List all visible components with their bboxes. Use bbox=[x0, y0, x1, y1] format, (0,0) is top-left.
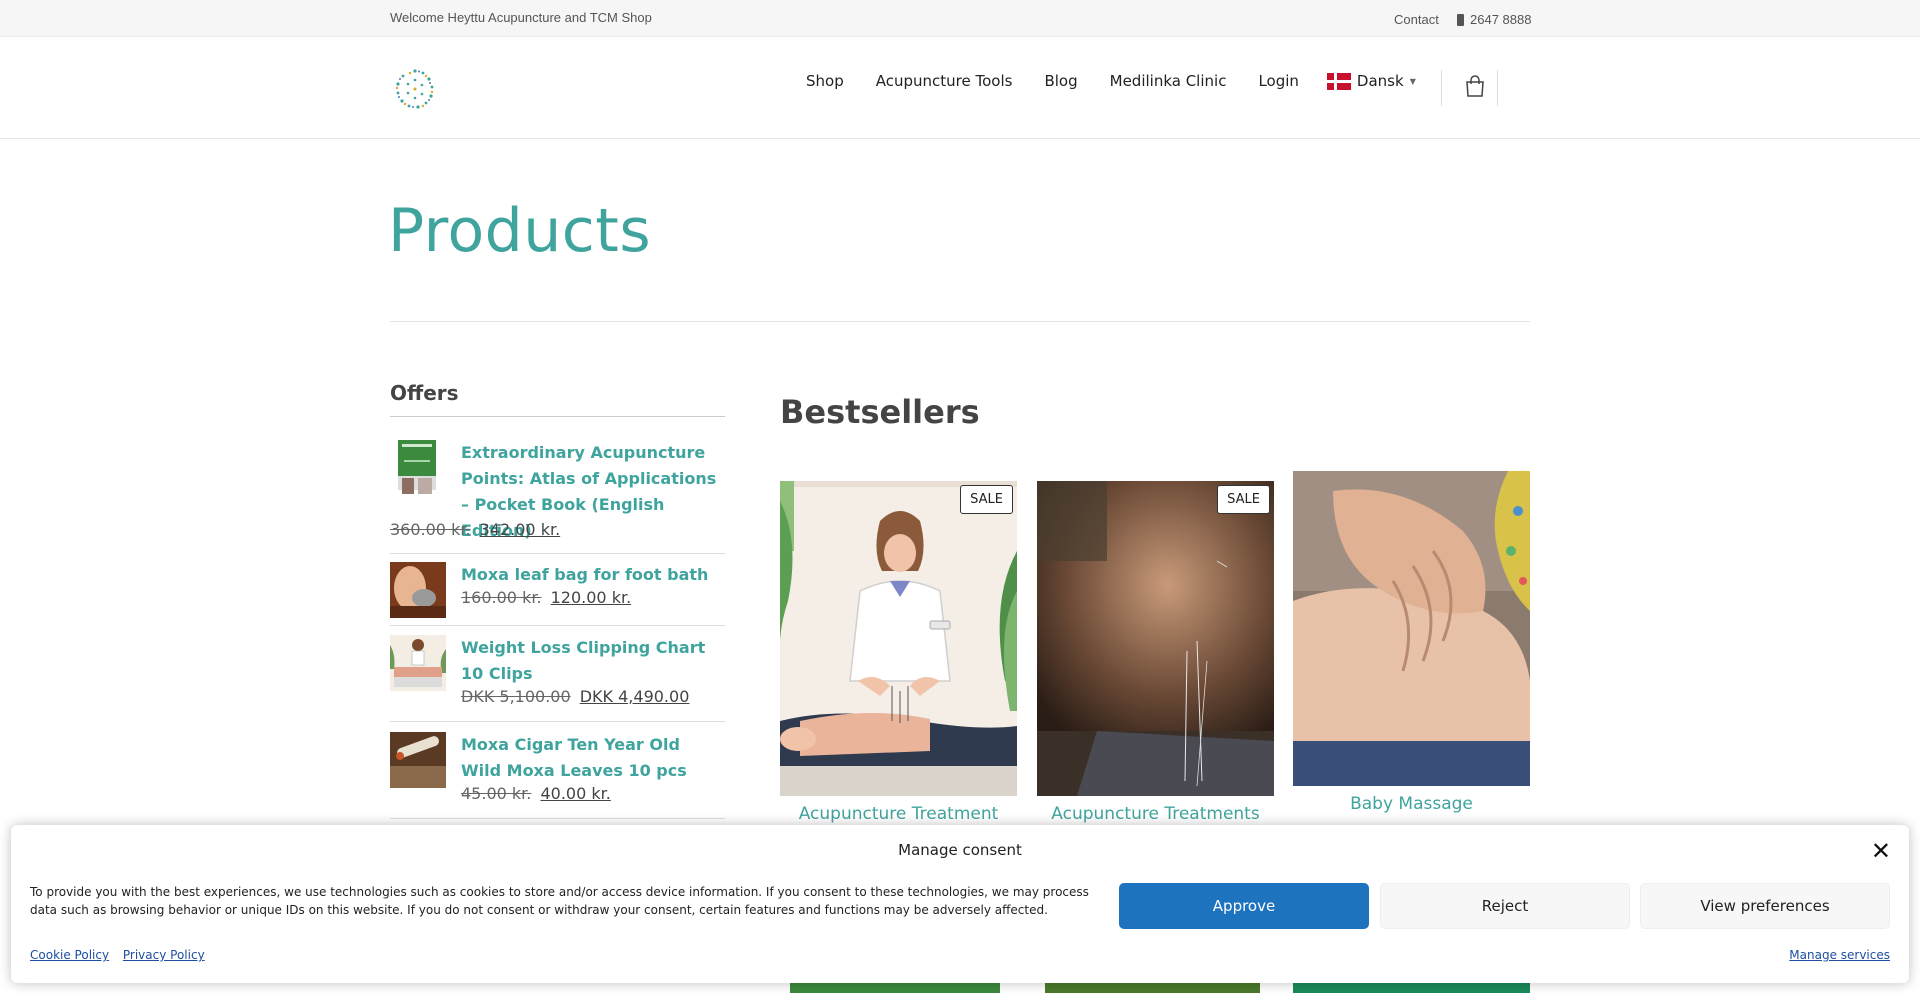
cart-divider bbox=[1497, 70, 1498, 106]
privacy-policy-link[interactable]: Privacy Policy bbox=[123, 948, 205, 962]
old-price: 45.00 kr. bbox=[461, 784, 532, 803]
offer-name[interactable]: Moxa leaf bag for foot bath bbox=[461, 562, 725, 588]
title-divider bbox=[390, 321, 1530, 322]
nav-shop[interactable]: Shop bbox=[806, 72, 844, 90]
offer-name[interactable]: Weight Loss Clipping Chart 10 Clips bbox=[461, 635, 725, 687]
offer-price: 45.00 kr. 40.00 kr. bbox=[461, 784, 611, 803]
danish-flag-icon bbox=[1326, 72, 1351, 90]
offer-thumbnail[interactable] bbox=[390, 732, 446, 788]
contact-link[interactable]: Contact bbox=[1394, 12, 1439, 27]
offer-price: 360.00 kr. 342.00 kr. bbox=[390, 520, 560, 539]
old-price: 160.00 kr. bbox=[461, 588, 542, 607]
offers-divider bbox=[390, 416, 725, 417]
site-logo[interactable] bbox=[393, 67, 437, 111]
main-nav: Shop Acupuncture Tools Blog Medilinka Cl… bbox=[806, 72, 1416, 90]
cookie-consent-banner: Manage consent ✕ To provide you with the… bbox=[11, 825, 1909, 983]
product-image[interactable] bbox=[1037, 481, 1274, 796]
offers-heading: Offers bbox=[390, 381, 459, 405]
bestsellers-heading: Bestsellers bbox=[780, 393, 980, 431]
offer-divider bbox=[390, 553, 725, 554]
consent-title: Manage consent bbox=[898, 841, 1022, 859]
nav-medilinka-clinic[interactable]: Medilinka Clinic bbox=[1110, 72, 1227, 90]
approve-button[interactable]: Approve bbox=[1119, 883, 1369, 929]
cart-icon[interactable] bbox=[1465, 75, 1485, 97]
product-name[interactable]: Acupuncture Treatments bbox=[1037, 804, 1274, 824]
top-bar: Welcome Heyttu Acupuncture and TCM Shop … bbox=[0, 0, 1920, 37]
offer-thumbnail[interactable] bbox=[390, 440, 446, 496]
language-selector[interactable]: Dansk ▼ bbox=[1326, 72, 1416, 90]
product-image-peek bbox=[1045, 983, 1260, 993]
phone-number: 2647 8888 bbox=[1470, 12, 1532, 27]
old-price: DKK 5,100.00 bbox=[461, 687, 571, 706]
offer-divider bbox=[390, 721, 725, 722]
old-price: 360.00 kr. bbox=[390, 520, 471, 539]
phone-link[interactable]: 2647 8888 bbox=[1457, 12, 1531, 27]
reject-button[interactable]: Reject bbox=[1380, 883, 1630, 929]
nav-acupuncture-tools[interactable]: Acupuncture Tools bbox=[876, 72, 1013, 90]
product-image[interactable] bbox=[1293, 471, 1530, 786]
offer-thumbnail[interactable] bbox=[390, 635, 446, 691]
close-icon[interactable]: ✕ bbox=[1871, 837, 1891, 866]
product-name[interactable]: Acupuncture Treatment bbox=[780, 804, 1017, 824]
product-image-peek bbox=[1293, 983, 1530, 993]
page-title: Products bbox=[388, 196, 652, 266]
offer-divider bbox=[390, 818, 725, 819]
sale-price: DKK 4,490.00 bbox=[579, 687, 690, 706]
offer-price: DKK 5,100.00 DKK 4,490.00 bbox=[461, 687, 689, 706]
consent-text: To provide you with the best experiences… bbox=[30, 885, 1089, 917]
site-header: Shop Acupuncture Tools Blog Medilinka Cl… bbox=[0, 37, 1920, 139]
cookie-policy-link[interactable]: Cookie Policy bbox=[30, 948, 109, 962]
sale-price: 120.00 kr. bbox=[550, 588, 632, 607]
nav-divider bbox=[1441, 70, 1442, 106]
language-label: Dansk bbox=[1356, 72, 1404, 90]
sale-price: 342.00 kr. bbox=[479, 520, 561, 539]
sale-badge: SALE bbox=[1217, 485, 1270, 514]
phone-icon bbox=[1457, 13, 1464, 26]
policy-links: Cookie Policy Privacy Policy bbox=[30, 948, 215, 962]
view-preferences-button[interactable]: View preferences bbox=[1640, 883, 1890, 929]
chevron-down-icon: ▼ bbox=[1409, 76, 1416, 86]
welcome-text: Welcome Heyttu Acupuncture and TCM Shop bbox=[390, 10, 652, 25]
sale-price: 40.00 kr. bbox=[540, 784, 611, 803]
product-image[interactable] bbox=[780, 481, 1017, 796]
product-name[interactable]: Baby Massage bbox=[1293, 794, 1530, 814]
nav-login[interactable]: Login bbox=[1258, 72, 1298, 90]
sale-badge: SALE bbox=[960, 485, 1013, 514]
product-image-peek bbox=[790, 983, 1000, 993]
offer-price: 160.00 kr. 120.00 kr. bbox=[461, 588, 631, 607]
offer-divider bbox=[390, 625, 725, 626]
offer-name[interactable]: Moxa Cigar Ten Year Old Wild Moxa Leaves… bbox=[461, 732, 725, 784]
manage-services-link[interactable]: Manage services bbox=[1789, 948, 1890, 962]
offer-thumbnail[interactable] bbox=[390, 562, 446, 618]
nav-blog[interactable]: Blog bbox=[1044, 72, 1077, 90]
